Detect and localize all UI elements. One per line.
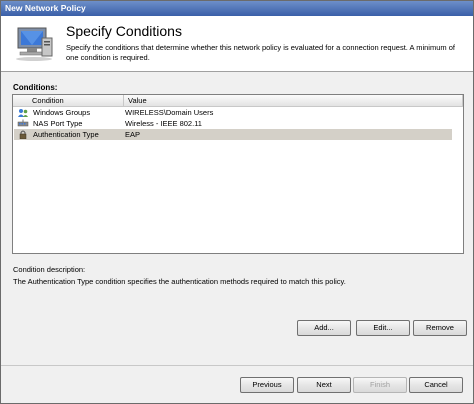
finish-button[interactable]: Finish xyxy=(353,377,407,393)
users-icon xyxy=(18,109,28,117)
condition-row-nas-port-type[interactable]: NAS Port Type Wireless - IEEE 802.11 xyxy=(14,118,452,129)
wizard-body: Conditions: Condition Value Windows Grou… xyxy=(1,72,473,365)
condition-value: Wireless - IEEE 802.11 xyxy=(125,119,202,128)
wizard-header: Specify Conditions Specify the condition… xyxy=(1,16,473,72)
wizard-footer: Previous Next Finish Cancel xyxy=(1,366,473,403)
page-description: Specify the conditions that determine wh… xyxy=(66,43,455,62)
condition-value: EAP xyxy=(125,130,141,139)
column-header-value[interactable]: Value xyxy=(124,95,463,106)
cancel-button[interactable]: Cancel xyxy=(409,377,463,393)
condition-row-authentication-type[interactable]: Authentication Type EAP xyxy=(14,129,452,140)
network-computer-icon xyxy=(16,27,53,61)
network-port-icon xyxy=(17,119,29,127)
add-button[interactable]: Add... xyxy=(297,320,351,336)
condition-description-label: Condition description: xyxy=(13,265,86,274)
remove-button[interactable]: Remove xyxy=(413,320,467,336)
conditions-list[interactable]: Condition Value Windows Groups WIRELESS\… xyxy=(12,94,464,254)
conditions-label: Conditions: xyxy=(13,83,58,92)
condition-name: Windows Groups xyxy=(33,108,91,117)
conditions-list-header: Condition Value xyxy=(13,95,463,107)
new-network-policy-window: New Network Policy Specify Conditions Sp… xyxy=(0,0,474,404)
condition-description-text: The Authentication Type condition specif… xyxy=(13,277,346,286)
previous-button[interactable]: Previous xyxy=(240,377,294,393)
lock-icon xyxy=(19,130,27,139)
condition-value: WIRELESS\Domain Users xyxy=(125,108,214,117)
condition-row-windows-groups[interactable]: Windows Groups WIRELESS\Domain Users xyxy=(14,107,452,118)
page-title: Specify Conditions xyxy=(66,23,182,39)
condition-name: Authentication Type xyxy=(33,130,99,139)
column-header-condition[interactable]: Condition xyxy=(13,95,124,106)
window-title: New Network Policy xyxy=(1,1,473,16)
edit-button[interactable]: Edit... xyxy=(356,320,410,336)
next-button[interactable]: Next xyxy=(297,377,351,393)
condition-name: NAS Port Type xyxy=(33,119,83,128)
